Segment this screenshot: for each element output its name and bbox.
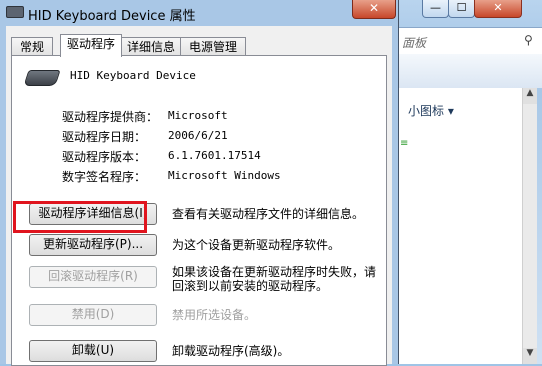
minimize-button[interactable]: —: [422, 0, 449, 18]
device-name: HID Keyboard Device: [70, 69, 196, 82]
digital-signer-value: Microsoft Windows: [168, 169, 281, 182]
disable-desc: 禁用所选设备。: [172, 308, 257, 322]
disable-button[interactable]: 禁用(D): [29, 304, 157, 326]
background-toolbar: [392, 54, 542, 88]
annotation-highlight-box: [13, 201, 147, 233]
properties-dialog: HID Keyboard Device 属性 ✕ 常规 驱动程序 详细信息 电源…: [0, 0, 399, 366]
keyboard-icon: [6, 6, 24, 18]
search-box[interactable]: 面板 ⚲: [392, 27, 542, 55]
roll-back-desc-line2: 回滚到以前安装的驱动程序。: [172, 279, 329, 293]
driver-provider-label: 驱动程序提供商：: [62, 110, 159, 124]
background-window: — ☐ ✕ 面板 ⚲ 小图标 ▾ ≡ ▲ ▼: [392, 0, 542, 364]
dialog-title: HID Keyboard Device 属性: [28, 9, 196, 24]
tab-general[interactable]: 常规: [11, 37, 53, 56]
update-driver-button[interactable]: 更新驱动程序(P)...: [29, 234, 157, 256]
search-icon[interactable]: ⚲: [524, 33, 533, 47]
scroll-up-arrow[interactable]: ▲: [523, 88, 537, 104]
roll-back-desc-line1: 如果该设备在更新驱动程序时失败，请: [172, 265, 377, 279]
roll-back-driver-button[interactable]: 回滚驱动程序(R): [29, 266, 157, 288]
digital-signer-label: 数字签名程序：: [62, 170, 147, 184]
keyboard-device-icon: [23, 70, 61, 86]
scrollbar[interactable]: ▲ ▼: [522, 88, 537, 364]
tab-details[interactable]: 详细信息: [120, 37, 182, 56]
dialog-client: 常规 驱动程序 详细信息 电源管理 HID Keyboard Device 驱动…: [6, 26, 392, 366]
background-close-button[interactable]: ✕: [474, 0, 522, 18]
close-button[interactable]: ✕: [352, 0, 396, 19]
driver-details-desc: 查看有关驱动程序文件的详细信息。: [172, 207, 365, 221]
scroll-down-arrow[interactable]: ▼: [523, 348, 537, 364]
background-content: 小图标 ▾ ≡: [392, 88, 522, 364]
tab-driver[interactable]: 驱动程序: [60, 34, 122, 57]
update-driver-desc: 为这个设备更新驱动程序软件。: [172, 238, 341, 252]
driver-version-label: 驱动程序版本：: [62, 150, 147, 164]
driver-provider-value: Microsoft: [168, 109, 228, 122]
driver-version-value: 6.1.7601.17514: [168, 149, 261, 162]
green-item-icon: ≡: [400, 138, 409, 149]
uninstall-desc: 卸载驱动程序(高级)。: [172, 344, 290, 358]
view-by-dropdown[interactable]: 小图标 ▾: [408, 102, 454, 119]
maximize-button[interactable]: ☐: [448, 0, 475, 18]
dialog-titlebar[interactable]: HID Keyboard Device 属性 ✕: [0, 0, 398, 26]
driver-date-label: 驱动程序日期：: [62, 130, 147, 144]
uninstall-button[interactable]: 卸载(U): [29, 340, 157, 362]
background-titlebar: — ☐ ✕: [392, 0, 542, 26]
tab-power-management[interactable]: 电源管理: [180, 37, 246, 56]
driver-date-value: 2006/6/21: [168, 129, 228, 142]
search-box-text: 面板: [402, 36, 427, 50]
